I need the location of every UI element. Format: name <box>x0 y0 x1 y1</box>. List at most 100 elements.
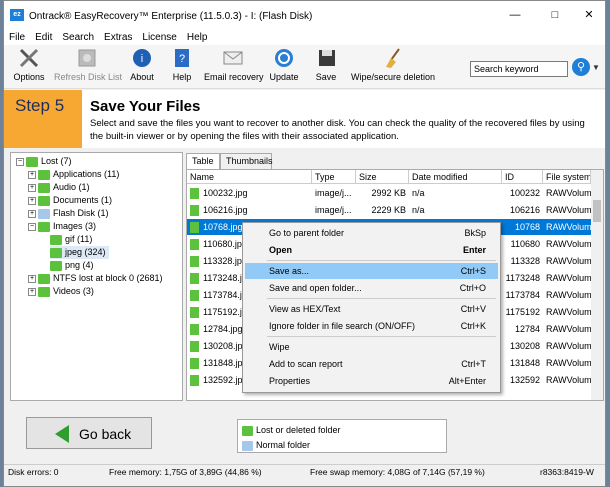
tree-item-flash-disk[interactable]: + Flash Disk (1) <box>28 207 109 220</box>
step-label: Step 5 <box>4 90 82 148</box>
column-date-modified[interactable]: Date modified <box>409 170 502 184</box>
cell-id: 12784 <box>514 324 540 334</box>
collapse-icon[interactable]: − <box>28 222 36 231</box>
cell-fs: RAWVolum <box>546 222 591 232</box>
cell-fs: RAWVolum <box>546 307 591 317</box>
tree-item-audio[interactable]: + Audio (1) <box>28 181 90 194</box>
chevron-down-icon[interactable]: ▼ <box>592 63 600 72</box>
save-button[interactable]: Save <box>315 47 337 82</box>
folder-icon <box>38 195 50 206</box>
folder-icon <box>50 234 62 245</box>
menu-bar: File Edit Search Extras License Help <box>4 31 605 45</box>
menu-item-add-to-scan-report[interactable]: Add to scan report Ctrl+T <box>245 356 498 372</box>
tree-item-jpeg[interactable]: jpeg (324) <box>50 246 109 259</box>
menu-extras[interactable]: Extras <box>99 31 137 45</box>
file-icon <box>190 375 199 387</box>
cell-id: 131848 <box>509 358 540 368</box>
cell-size: 2992 KB <box>371 188 406 198</box>
column-file-system[interactable]: File system <box>543 170 591 184</box>
menu-item-go-to-parent[interactable]: Go to parent folder BkSp <box>245 225 498 241</box>
expand-icon[interactable]: + <box>28 209 36 218</box>
expand-icon[interactable]: + <box>28 183 36 192</box>
context-menu: Go to parent folder BkSp Open Enter Save a… <box>242 222 501 393</box>
menu-separator <box>267 260 496 261</box>
bottom-panel: Go back Lost or deleted folder Normal fo… <box>4 407 605 461</box>
tree-item-images[interactable]: − Images (3) <box>28 220 96 233</box>
cell-fs: RAWVolum <box>546 290 591 300</box>
tree-item-videos[interactable]: + Videos (3) <box>28 285 94 298</box>
cell-fs: RAWVolum <box>546 341 591 351</box>
menu-item-save-as[interactable]: Save as... Ctrl+S <box>245 263 498 279</box>
expand-icon[interactable]: + <box>28 274 36 283</box>
file-icon <box>190 307 199 319</box>
expand-icon[interactable]: + <box>28 287 36 296</box>
update-button[interactable]: Update <box>269 47 299 82</box>
file-icon <box>190 222 199 234</box>
folder-icon <box>242 425 253 436</box>
cell-id: 1175192 <box>505 307 540 317</box>
cell-id: 1173248 <box>505 273 540 283</box>
expand-icon[interactable]: + <box>28 196 36 205</box>
tree-item-png[interactable]: png (4) <box>50 259 94 272</box>
status-free-memory: Free memory: 1,75G of 3,89G (44,86 %) <box>109 467 262 477</box>
table-row[interactable]: 100232.jpg image/j... 2992 KB n/a 100232 RAWV… <box>187 185 591 201</box>
column-type[interactable]: Type <box>312 170 356 184</box>
file-icon <box>190 239 199 251</box>
column-name[interactable]: Name <box>187 170 312 184</box>
tree-item-ntfs-lost[interactable]: + NTFS lost at block 0 (2681) <box>28 272 163 285</box>
tab-thumbnails[interactable]: Thumbnails <box>220 153 273 169</box>
toolbar: Options Refresh Disk List i About ? Help… <box>4 45 605 89</box>
minimize-button[interactable]: — <box>505 7 525 23</box>
menu-item-ignore-folder[interactable]: Ignore folder in file search (ON/OFF) Ctr… <box>245 318 498 334</box>
menu-separator <box>267 298 496 299</box>
cell-date: n/a <box>412 188 425 198</box>
expand-icon[interactable]: + <box>28 170 36 179</box>
step-banner: Step 5 Save Your Files Select and save t… <box>4 90 605 148</box>
folder-icon <box>38 169 50 180</box>
menu-help[interactable]: Help <box>182 31 213 45</box>
tree-item-gif[interactable]: gif (11) <box>50 233 92 246</box>
close-button[interactable]: ✕ <box>579 7 599 23</box>
refresh-disk-list-button[interactable]: Refresh Disk List <box>54 47 122 82</box>
vertical-scrollbar[interactable] <box>591 170 603 400</box>
menu-search[interactable]: Search <box>57 31 99 45</box>
tree-item-documents[interactable]: + Documents (1) <box>28 194 112 207</box>
menu-edit[interactable]: Edit <box>30 31 57 45</box>
column-id[interactable]: ID <box>502 170 543 184</box>
collapse-icon[interactable]: − <box>16 157 24 166</box>
cell-id: 132592 <box>509 375 540 385</box>
tree-item-lost[interactable]: − Lost (7) <box>16 155 72 168</box>
cell-id: 110680 <box>510 239 540 249</box>
menu-item-save-and-open-folder[interactable]: Save and open folder... Ctrl+O <box>245 280 498 296</box>
table-row[interactable]: 106216.jpg image/j... 2229 KB n/a 106216 RAWV… <box>187 202 591 218</box>
folder-icon <box>242 440 253 451</box>
wipe-secure-deletion-button[interactable]: Wipe/secure deletion <box>348 47 438 82</box>
tab-table[interactable]: Table <box>186 153 220 169</box>
file-icon <box>190 273 199 285</box>
menu-item-open[interactable]: Open Enter <box>245 242 498 258</box>
cell-id: 113328 <box>510 256 540 266</box>
menu-file[interactable]: File <box>4 31 30 45</box>
disk-icon <box>75 47 99 69</box>
maximize-button[interactable]: □ <box>545 7 565 23</box>
svg-text:i: i <box>141 53 143 65</box>
search-icon[interactable]: ⚲ <box>572 58 590 76</box>
legend-normal: Normal folder <box>242 438 310 452</box>
status-disk-errors: Disk errors: 0 <box>8 467 59 477</box>
menu-item-wipe[interactable]: Wipe <box>245 339 498 355</box>
search-input[interactable]: Search keyword <box>470 61 568 77</box>
email-recovery-button[interactable]: Email recovery <box>204 47 264 82</box>
options-button[interactable]: Options <box>12 47 46 82</box>
update-icon <box>272 47 296 69</box>
tree-item-applications[interactable]: + Applications (11) <box>28 168 119 181</box>
menu-license[interactable]: License <box>137 31 181 45</box>
help-button[interactable]: ? Help <box>169 47 195 82</box>
go-back-button[interactable]: Go back <box>26 417 152 449</box>
app-icon: ez <box>10 9 24 21</box>
menu-item-properties[interactable]: Properties Alt+Enter <box>245 373 498 389</box>
menu-item-view-hex[interactable]: View as HEX/Text Ctrl+V <box>245 301 498 317</box>
scrollbar-thumb[interactable] <box>593 200 601 222</box>
cell-fs: RAWVolum <box>546 239 591 249</box>
about-button[interactable]: i About <box>126 47 158 82</box>
column-size[interactable]: Size <box>356 170 409 184</box>
